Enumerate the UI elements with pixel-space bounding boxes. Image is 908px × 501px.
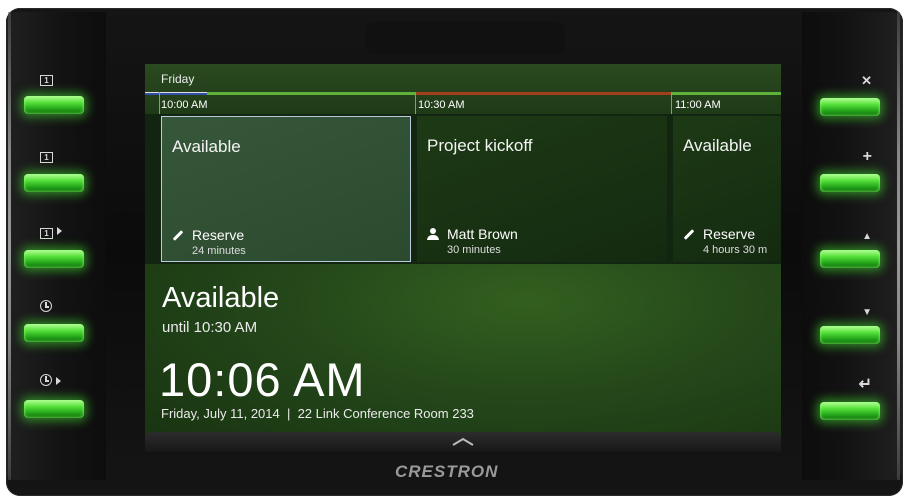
slot-action[interactable]: Reserve: [683, 226, 755, 242]
touch-screen: Friday 10:00 AM 10:30 AM 11:00 AM Availa…: [145, 64, 781, 452]
calendar-day-icon: 1: [40, 72, 53, 86]
hardkey-right-3[interactable]: [820, 250, 880, 268]
timeline-header: Friday 10:00 AM 10:30 AM 11:00 AM: [145, 64, 781, 114]
calendar-next-icon: 1: [40, 225, 62, 239]
slot-title: Available: [683, 136, 752, 155]
slot-duration: 30 minutes: [447, 244, 501, 256]
pencil-icon: [172, 230, 184, 241]
hardkey-right-4[interactable]: [820, 326, 880, 344]
clock-icon: [40, 300, 52, 315]
slot-title: Project kickoff: [427, 136, 533, 155]
status-until: until 10:30 AM: [162, 319, 258, 336]
time-label: 10:00 AM: [161, 99, 208, 111]
slot-available-selected[interactable]: Available Reserve 24 minutes: [161, 116, 411, 262]
hardkey-left-2[interactable]: [24, 174, 84, 192]
slot-meeting[interactable]: Project kickoff Matt Brown 30 minutes: [417, 116, 667, 262]
down-arrow-icon: ▼: [862, 307, 872, 318]
schedule-slots: Available Reserve 24 minutes Project kic…: [145, 114, 781, 264]
slot-organizer: Matt Brown: [427, 226, 518, 242]
timeline-tick: [415, 92, 416, 114]
pencil-icon: [683, 229, 695, 240]
calendar-day-icon: 1: [40, 149, 53, 163]
timeline-meeting-bar: [415, 92, 671, 95]
calendar-glyph: 1: [40, 228, 53, 239]
hardkey-left-5[interactable]: [24, 400, 84, 418]
slot-action-label: Reserve: [192, 227, 245, 243]
date-room-info: Friday, July 11, 2014 | 22 Link Conferen…: [161, 406, 474, 421]
arrow-right-icon: [57, 227, 62, 235]
edge-highlight: [897, 12, 900, 480]
clock-next-icon: [40, 374, 61, 389]
chevron-up-icon[interactable]: [451, 434, 475, 448]
enter-icon: ↵: [858, 376, 872, 393]
hardkey-right-1[interactable]: [820, 98, 880, 116]
right-hardkey-panel: ✕ + ▲ ▼ ↵: [802, 12, 902, 480]
hardkey-left-1[interactable]: [24, 96, 84, 114]
time-label: 10:30 AM: [418, 99, 465, 111]
left-hardkey-panel: 1 1 1: [6, 12, 106, 480]
plus-icon: +: [862, 148, 872, 165]
slot-available[interactable]: Available Reserve 4 hours 30 m: [673, 116, 781, 262]
timeline-available-bar: [207, 92, 415, 95]
arrow-right-icon: [56, 377, 61, 385]
timeline-day: Friday: [161, 72, 195, 86]
close-icon: ✕: [861, 73, 872, 88]
calendar-glyph: 1: [40, 75, 53, 86]
hardkey-left-3[interactable]: [24, 250, 84, 268]
hardkey-right-5[interactable]: [820, 402, 880, 420]
slot-organizer-label: Matt Brown: [447, 226, 518, 242]
timeline-tick: [159, 92, 160, 114]
slot-action[interactable]: Reserve: [172, 227, 244, 243]
room-status: Available: [162, 282, 280, 314]
person-icon: [427, 228, 439, 240]
edge-highlight: [8, 12, 11, 480]
timeline-available-bar: [671, 92, 781, 95]
drawer-handle[interactable]: [145, 432, 781, 452]
slot-duration: 24 minutes: [192, 245, 246, 257]
timeline-now-bar: [145, 93, 207, 95]
brand-logo: CRESTRON: [395, 462, 499, 481]
hardkey-left-4[interactable]: [24, 324, 84, 342]
room-status-panel: Available until 10:30 AM 10:06 AM Friday…: [145, 264, 781, 452]
current-time: 10:06 AM: [159, 353, 366, 406]
slot-action-label: Reserve: [703, 226, 756, 242]
sensor-window: [365, 22, 565, 54]
calendar-glyph: 1: [40, 152, 53, 163]
hardkey-right-2[interactable]: [820, 174, 880, 192]
slot-title: Available: [172, 137, 241, 156]
timeline-tick: [671, 92, 672, 114]
time-label: 11:00 AM: [675, 99, 721, 111]
up-arrow-icon: ▲: [862, 231, 872, 242]
slot-duration: 4 hours 30 m: [703, 244, 768, 256]
